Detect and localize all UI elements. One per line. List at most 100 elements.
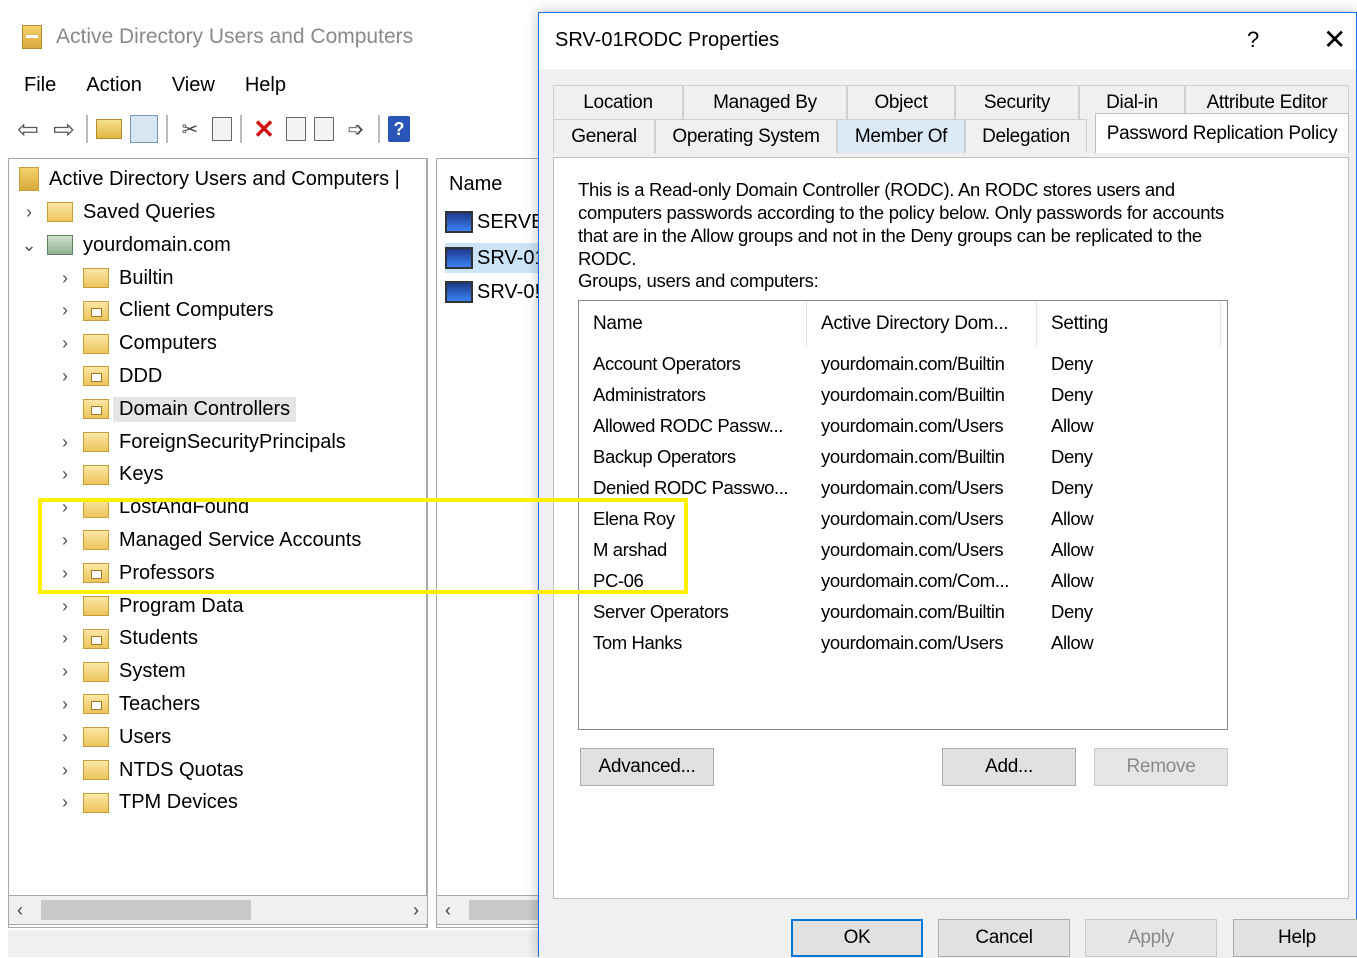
tab-security[interactable]: Security: [955, 85, 1079, 119]
table-row[interactable]: PC-06 yourdomain.com/Com... Allow: [579, 566, 1227, 597]
help-icon[interactable]: ?: [1247, 27, 1259, 53]
show-hide-tree-icon[interactable]: [130, 115, 158, 143]
tree-item[interactable]: › Managed Service Accounts: [53, 524, 361, 556]
tree-item[interactable]: › LostAndFound: [53, 492, 249, 524]
chevron-right-icon[interactable]: ›: [17, 202, 41, 223]
menu-action[interactable]: Action: [74, 74, 160, 97]
tree-item[interactable]: › Keys: [53, 459, 163, 491]
tab-password-replication-policy[interactable]: Password Replication Policy: [1095, 113, 1349, 153]
apply-button[interactable]: Apply: [1085, 919, 1217, 957]
cell-domain: yourdomain.com/Builtin: [821, 353, 1005, 374]
cut-icon[interactable]: ✂: [176, 115, 204, 143]
chevron-right-icon[interactable]: ›: [53, 464, 77, 485]
tree-item[interactable]: › NTDS Quotas: [53, 754, 243, 786]
copy-icon[interactable]: [212, 117, 232, 141]
tab-general[interactable]: General: [553, 119, 655, 153]
chevron-right-icon[interactable]: ›: [53, 563, 77, 584]
properties-icon[interactable]: [286, 117, 306, 141]
help-button[interactable]: Help: [1233, 919, 1357, 957]
scroll-right-icon[interactable]: ›: [413, 900, 419, 921]
tree-item[interactable]: › TPM Devices: [53, 787, 238, 819]
remove-button[interactable]: Remove: [1094, 748, 1228, 786]
list-item-selected[interactable]: SRV-01: [445, 243, 546, 273]
table-row[interactable]: Tom Hanks yourdomain.com/Users Allow: [579, 628, 1227, 659]
chevron-down-icon[interactable]: ⌄: [17, 235, 41, 256]
tab-member-of[interactable]: Member Of: [837, 119, 965, 153]
chevron-right-icon[interactable]: ›: [53, 628, 77, 649]
advanced-button[interactable]: Advanced...: [580, 748, 714, 786]
forward-arrow-icon[interactable]: ⇨: [50, 114, 78, 144]
tree-horizontal-scrollbar[interactable]: ‹ ›: [8, 895, 428, 925]
list-item[interactable]: SERVE: [445, 207, 544, 237]
chevron-right-icon[interactable]: ›: [53, 333, 77, 354]
cell-name: Elena Roy: [593, 508, 675, 529]
dialog-titlebar: SRV-01RODC Properties ? ✕: [539, 13, 1356, 69]
table-row[interactable]: Denied RODC Passwo... yourdomain.com/User…: [579, 473, 1227, 504]
table-row[interactable]: Administrators yourdomain.com/Builtin Deny: [579, 380, 1227, 411]
replication-policy-list[interactable]: Name Active Directory Dom... Setting Acc…: [578, 300, 1228, 730]
chevron-right-icon[interactable]: ›: [53, 792, 77, 813]
tree-item-domain[interactable]: ⌄ yourdomain.com: [17, 229, 230, 261]
menu-file[interactable]: File: [0, 74, 74, 97]
chevron-right-icon[interactable]: ›: [53, 694, 77, 715]
table-row[interactable]: Elena Roy yourdomain.com/Users Allow: [579, 504, 1227, 535]
menu-help[interactable]: Help: [233, 74, 304, 97]
tab-operating-system[interactable]: Operating System: [655, 119, 837, 153]
list-item[interactable]: SRV-0!: [445, 277, 540, 307]
chevron-right-icon[interactable]: ›: [53, 727, 77, 748]
cancel-button[interactable]: Cancel: [938, 919, 1070, 957]
chevron-right-icon[interactable]: ›: [53, 432, 77, 453]
table-row[interactable]: M arshad yourdomain.com/Users Allow: [579, 535, 1227, 566]
tab-object[interactable]: Object: [847, 85, 955, 119]
chevron-right-icon[interactable]: ›: [53, 268, 77, 289]
tree-item[interactable]: › Client Computers: [53, 295, 274, 327]
ok-button[interactable]: OK: [791, 919, 923, 957]
column-header-domain[interactable]: Active Directory Dom...: [807, 301, 1037, 347]
table-row[interactable]: Allowed RODC Passw... yourdomain.com/User…: [579, 411, 1227, 442]
table-row[interactable]: Account Operators yourdomain.com/Builtin D…: [579, 349, 1227, 380]
column-header-name[interactable]: Name: [449, 173, 502, 196]
tree-item-saved-queries[interactable]: › Saved Queries: [17, 196, 215, 228]
chevron-right-icon[interactable]: ›: [53, 366, 77, 387]
menu-view[interactable]: View: [160, 74, 233, 97]
column-header-name[interactable]: Name: [579, 301, 807, 347]
chevron-right-icon[interactable]: ›: [53, 661, 77, 682]
delete-icon[interactable]: ✕: [250, 114, 278, 144]
list-item-label: SERVE: [477, 210, 545, 233]
close-icon[interactable]: ✕: [1323, 23, 1346, 56]
chevron-right-icon[interactable]: ›: [53, 760, 77, 781]
tree-item[interactable]: › Users: [53, 721, 171, 753]
table-row[interactable]: Backup Operators yourdomain.com/Builtin De…: [579, 442, 1227, 473]
tree-item[interactable]: › Students: [53, 623, 198, 655]
help-icon[interactable]: ?: [388, 116, 410, 142]
tree-root[interactable]: Active Directory Users and Computers |: [19, 163, 400, 195]
tree-item[interactable]: › Builtin: [53, 262, 173, 294]
tree-item[interactable]: › Teachers: [53, 688, 200, 720]
tab-delegation[interactable]: Delegation: [965, 119, 1087, 153]
scroll-left-icon[interactable]: ‹: [17, 900, 23, 921]
tree-item[interactable]: › ForeignSecurityPrincipals: [53, 426, 346, 458]
chevron-right-icon[interactable]: ›: [53, 596, 77, 617]
chevron-right-icon[interactable]: ›: [53, 530, 77, 551]
chevron-right-icon[interactable]: ›: [53, 300, 77, 321]
tree-item[interactable]: › DDD: [53, 360, 162, 392]
up-folder-icon[interactable]: [96, 119, 122, 139]
tree-item[interactable]: › Program Data: [53, 590, 244, 622]
table-row[interactable]: Server Operators yourdomain.com/Builtin De…: [579, 597, 1227, 628]
scroll-left-icon[interactable]: ‹: [445, 900, 451, 921]
column-header-setting[interactable]: Setting: [1037, 301, 1221, 347]
tab-location[interactable]: Location: [553, 85, 683, 119]
back-arrow-icon[interactable]: ⇦: [14, 114, 42, 144]
toolbar: ⇦ ⇨ ✂ ✕ ➩ ?: [14, 110, 410, 148]
chevron-right-icon[interactable]: ›: [53, 497, 77, 518]
tree-item[interactable]: › System: [53, 656, 186, 688]
tree-item[interactable]: Domain Controllers: [53, 393, 297, 425]
tree-item[interactable]: › Professors: [53, 557, 215, 589]
add-button[interactable]: Add...: [942, 748, 1076, 786]
refresh-icon[interactable]: [314, 117, 334, 141]
scroll-thumb[interactable]: [41, 900, 251, 920]
tab-managed-by[interactable]: Managed By: [683, 85, 847, 119]
folder-icon: [83, 333, 109, 354]
export-list-icon[interactable]: ➩: [342, 115, 370, 143]
tree-item[interactable]: › Computers: [53, 328, 217, 360]
